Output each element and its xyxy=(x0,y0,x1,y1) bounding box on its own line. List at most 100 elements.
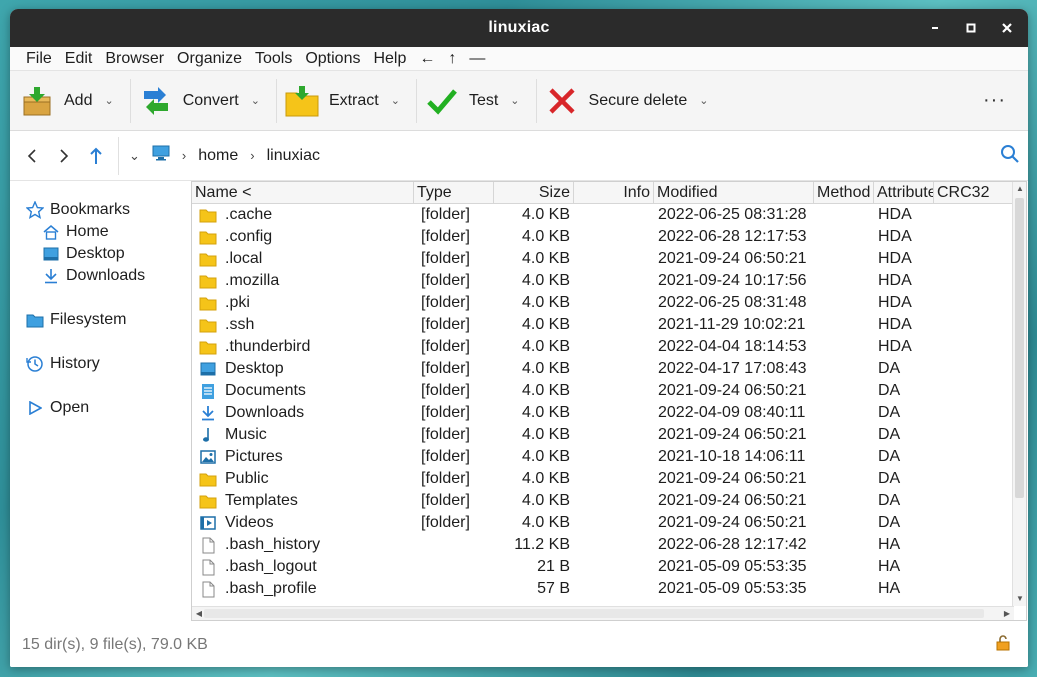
lock-icon[interactable] xyxy=(996,635,1010,656)
convert-button[interactable]: Convert ⌄ xyxy=(135,76,272,126)
sidebar-bookmarks[interactable]: Bookmarks xyxy=(10,199,190,221)
extract-button[interactable]: Extract ⌄ xyxy=(281,76,412,126)
menu-tools[interactable]: Tools xyxy=(249,50,298,68)
add-button[interactable]: Add ⌄ xyxy=(16,76,126,126)
file-name: Music xyxy=(225,426,267,443)
scrollbar-thumb[interactable] xyxy=(1015,198,1024,498)
up-button[interactable] xyxy=(82,141,110,171)
column-modified[interactable]: Modified xyxy=(654,182,814,204)
file-size: 4.0 KB xyxy=(521,448,570,465)
toolbar-overflow-button[interactable]: ··· xyxy=(983,89,1006,112)
table-row[interactable]: Documents [folder] 4.0 KB 2021-09-24 06:50:… xyxy=(192,380,1014,402)
title-bar[interactable]: linuxiac xyxy=(10,9,1028,47)
table-row[interactable]: Public [folder] 4.0 KB 2021-09-24 06:50:21 D… xyxy=(192,468,1014,490)
sidebar-item-desktop[interactable]: Desktop xyxy=(10,243,190,265)
table-row[interactable]: Music [folder] 4.0 KB 2021-09-24 06:50:21 DA xyxy=(192,424,1014,446)
menu-options[interactable]: Options xyxy=(299,50,366,68)
table-row[interactable]: Desktop [folder] 4.0 KB 2022-04-17 17:08:43… xyxy=(192,358,1014,380)
file-modified: 2021-05-09 05:53:35 xyxy=(658,558,807,575)
menu-edit[interactable]: Edit xyxy=(59,50,99,68)
column-attributes[interactable]: Attributes xyxy=(874,182,934,204)
videos-folder-icon xyxy=(199,514,217,532)
convert-dropdown-icon[interactable]: ⌄ xyxy=(251,94,260,107)
scroll-up-icon[interactable]: ▲ xyxy=(1013,182,1026,196)
table-row[interactable]: .bash_history 11.2 KB 2022-06-28 12:17:42 H… xyxy=(192,534,1014,556)
menu-help[interactable]: Help xyxy=(367,50,412,68)
file-type: [folder] xyxy=(421,272,470,289)
menu-organize[interactable]: Organize xyxy=(171,50,248,68)
path-dropdown-icon[interactable]: ⌄ xyxy=(125,148,144,164)
menu-back[interactable]: ← xyxy=(413,50,441,68)
table-row[interactable]: .pki [folder] 4.0 KB 2022-06-25 08:31:48 HDA xyxy=(192,292,1014,314)
add-archive-icon xyxy=(20,84,54,118)
folder-icon xyxy=(199,338,217,356)
table-row[interactable]: Pictures [folder] 4.0 KB 2021-10-18 14:06:1… xyxy=(192,446,1014,468)
toolbar-separator xyxy=(275,78,277,123)
file-name-cell: Templates xyxy=(192,492,414,510)
breadcrumb-linuxiac[interactable]: linuxiac xyxy=(259,147,328,165)
column-name[interactable]: Name < xyxy=(192,182,414,204)
maximize-button[interactable] xyxy=(960,17,982,39)
sidebar-open[interactable]: Open xyxy=(10,397,190,419)
menu-minimize[interactable]: — xyxy=(463,50,491,68)
file-attributes: HDA xyxy=(878,294,912,311)
menu-file[interactable]: File xyxy=(20,50,58,68)
table-row[interactable]: .config [folder] 4.0 KB 2022-06-28 12:17:53… xyxy=(192,226,1014,248)
minimize-button[interactable] xyxy=(924,17,946,39)
sidebar-history[interactable]: History xyxy=(10,353,190,375)
menu-browser[interactable]: Browser xyxy=(99,50,170,68)
forward-button[interactable] xyxy=(50,141,78,171)
horizontal-scrollbar[interactable]: ◀ ▶ xyxy=(192,606,1014,620)
back-button[interactable] xyxy=(18,141,46,171)
sidebar-open-label: Open xyxy=(50,399,90,416)
table-row[interactable]: .local [folder] 4.0 KB 2021-09-24 06:50:21 H… xyxy=(192,248,1014,270)
column-type[interactable]: Type xyxy=(414,182,494,204)
search-button[interactable] xyxy=(1000,144,1020,169)
file-attributes: HDA xyxy=(878,228,912,245)
computer-icon[interactable] xyxy=(144,145,178,166)
scroll-right-icon[interactable]: ▶ xyxy=(1000,607,1014,620)
column-size[interactable]: Size xyxy=(494,182,574,204)
secure-delete-dropdown-icon[interactable]: ⌄ xyxy=(699,94,708,107)
file-size: 4.0 KB xyxy=(521,250,570,267)
sidebar-item-downloads[interactable]: Downloads xyxy=(10,265,190,287)
table-row[interactable]: Templates [folder] 4.0 KB 2021-09-24 06:50:… xyxy=(192,490,1014,512)
scrollbar-thumb[interactable] xyxy=(204,609,984,618)
sidebar-item-home[interactable]: Home xyxy=(10,221,190,243)
table-row[interactable]: .mozilla [folder] 4.0 KB 2021-09-24 10:17:5… xyxy=(192,270,1014,292)
file-size: 4.0 KB xyxy=(521,228,570,245)
breadcrumb-home[interactable]: home xyxy=(190,147,246,165)
table-row[interactable]: .bash_profile 57 B 2021-05-09 05:53:35 HA xyxy=(192,578,1014,600)
column-crc32[interactable]: CRC32 xyxy=(934,182,1014,204)
file-size: 21 B xyxy=(537,558,570,575)
secure-delete-button[interactable]: Secure delete ⌄ xyxy=(541,76,721,126)
table-row[interactable]: .cache [folder] 4.0 KB 2022-06-25 08:31:28 H… xyxy=(192,204,1014,226)
file-name: .bash_logout xyxy=(225,558,317,575)
vertical-scrollbar[interactable]: ▲ ▼ xyxy=(1012,182,1026,606)
column-info[interactable]: Info xyxy=(574,182,654,204)
convert-icon xyxy=(139,84,173,118)
table-row[interactable]: .ssh [folder] 4.0 KB 2021-11-29 10:02:21 HDA xyxy=(192,314,1014,336)
sidebar-filesystem[interactable]: Filesystem xyxy=(10,309,190,331)
table-row[interactable]: .thunderbird [folder] 4.0 KB 2022-04-04 18:… xyxy=(192,336,1014,358)
menu-up[interactable]: ↑ xyxy=(442,50,462,68)
close-icon xyxy=(1002,23,1012,33)
sidebar-downloads-label: Downloads xyxy=(66,267,146,284)
breadcrumb: ⌄ › home › linuxiac xyxy=(118,136,328,175)
column-method[interactable]: Method xyxy=(814,182,874,204)
file-name: .mozilla xyxy=(225,272,280,289)
table-row[interactable]: .bash_logout 21 B 2021-05-09 05:53:35 HA xyxy=(192,556,1014,578)
close-button[interactable] xyxy=(996,17,1018,39)
table-row[interactable]: Videos [folder] 4.0 KB 2021-09-24 06:50:21 D… xyxy=(192,512,1014,534)
extract-dropdown-icon[interactable]: ⌄ xyxy=(391,94,400,107)
test-button[interactable]: Test ⌄ xyxy=(421,76,532,126)
table-row[interactable]: Downloads [folder] 4.0 KB 2022-04-09 08:40:… xyxy=(192,402,1014,424)
file-name-cell: .bash_profile xyxy=(192,580,414,598)
file-attributes: HDA xyxy=(878,250,912,267)
test-dropdown-icon[interactable]: ⌄ xyxy=(510,94,519,107)
file-size: 4.0 KB xyxy=(521,404,570,421)
add-dropdown-icon[interactable]: ⌄ xyxy=(104,94,113,107)
file-name-cell: .pki xyxy=(192,294,414,312)
scroll-down-icon[interactable]: ▼ xyxy=(1013,592,1026,606)
file-name-cell: .mozilla xyxy=(192,272,414,290)
